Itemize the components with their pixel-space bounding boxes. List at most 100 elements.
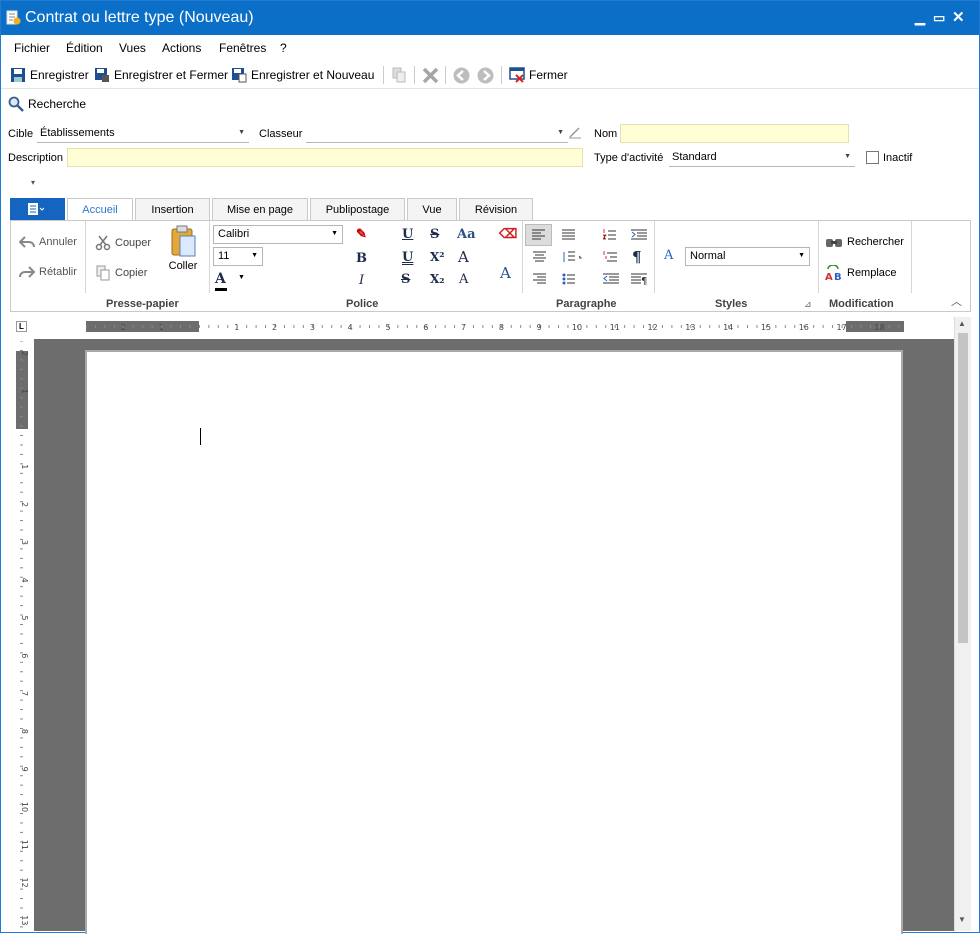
scroll-down-icon[interactable]: ▼ [958, 915, 966, 924]
save-close-icon [95, 68, 109, 82]
subscript-icon[interactable]: X₂ [430, 272, 445, 286]
collapse-ribbon-icon[interactable]: ︿ [951, 293, 962, 309]
toolbar: Enregistrer Enregistrer et Fermer Enregi… [1, 61, 979, 89]
tab-insertion[interactable]: Insertion [135, 198, 210, 220]
ruler-number: 13 [20, 915, 29, 925]
close-button[interactable]: Fermer [509, 67, 568, 83]
find-label: Rechercher [847, 236, 904, 248]
save-button[interactable]: Enregistrer [10, 67, 89, 83]
close-window-icon[interactable]: ✕ [952, 8, 965, 26]
clear-format-icon[interactable]: ⌫ [499, 227, 517, 242]
paragraph-settings-icon[interactable]: ¶ [631, 273, 647, 285]
cible-select[interactable]: Établissements ▼ [37, 125, 249, 143]
tab-vue[interactable]: Vue [407, 198, 457, 220]
tab-mise-en-page[interactable]: Mise en page [212, 198, 308, 220]
highlight-icon[interactable]: ✎ [356, 227, 367, 242]
align-left-button[interactable] [525, 224, 552, 246]
file-menu-button[interactable] [10, 198, 65, 220]
ruler-number: 10 [20, 802, 29, 812]
decrease-indent-icon[interactable] [603, 273, 619, 285]
copy-icon [392, 67, 406, 83]
editing-group [819, 221, 912, 293]
italic-icon[interactable]: I [359, 273, 364, 288]
bold-icon[interactable]: B [356, 251, 367, 266]
bullets-icon[interactable] [562, 273, 575, 285]
tab-publipostage[interactable]: Publipostage [310, 198, 405, 220]
minimize-icon[interactable]: ▁ [915, 10, 925, 26]
dialog-launcher-icon[interactable]: ⊿ [804, 299, 812, 310]
multilevel-list-icon[interactable] [603, 251, 617, 263]
underline-icon[interactable]: U [402, 227, 413, 242]
cut-button[interactable]: Couper [95, 235, 151, 251]
document-app-icon [6, 10, 21, 29]
inactif-checkbox[interactable] [866, 151, 879, 164]
quick-access-icon[interactable]: ▾ [31, 178, 35, 187]
delete-button[interactable] [422, 67, 439, 84]
text-effect-icon[interactable]: A [500, 264, 511, 282]
font-size-select[interactable]: 11 ▼ [213, 247, 263, 266]
superscript-icon[interactable]: X² [430, 250, 445, 264]
save-new-button[interactable]: Enregistrer et Nouveau [231, 67, 374, 83]
horizontal-ruler[interactable]: 21123456789101112131415161718 [86, 319, 904, 333]
font-name-select[interactable]: Calibri ▼ [213, 225, 343, 244]
save-close-button[interactable]: Enregistrer et Fermer [94, 67, 228, 83]
change-case-icon[interactable]: Aa [457, 227, 476, 242]
classeur-select[interactable]: ▼ [306, 125, 568, 143]
description-field[interactable] [67, 148, 583, 167]
menu-fenetres[interactable]: Fenêtres [219, 41, 266, 55]
tab-revision[interactable]: Révision [459, 198, 533, 220]
next-button[interactable] [477, 67, 494, 84]
double-underline-icon[interactable]: U [402, 250, 413, 265]
paste-button[interactable]: Coller [165, 225, 201, 272]
undo-button[interactable]: Annuler [19, 235, 77, 249]
strikethrough-icon[interactable]: S [401, 272, 410, 287]
align-center-icon[interactable] [533, 251, 546, 262]
edit-pencil-icon[interactable] [568, 125, 582, 142]
copy-button[interactable]: Copier [95, 265, 147, 281]
vertical-ruler[interactable]: 2 1 1 2 3 4 5 6 7 8 9 10 11 12 13 [11, 341, 33, 929]
redo-label: Rétablir [39, 266, 77, 278]
grow-font-icon[interactable]: A [458, 248, 469, 266]
file-menu-icon [28, 203, 45, 215]
numbering-icon[interactable] [603, 229, 616, 241]
nom-label: Nom [594, 128, 618, 140]
menu-vues[interactable]: Vues [119, 41, 146, 55]
ruler-number: 3 [20, 540, 29, 545]
scroll-thumb[interactable] [958, 333, 968, 643]
copy-disabled-button[interactable] [391, 67, 407, 83]
align-right-icon[interactable] [533, 273, 546, 284]
menu-fichier[interactable]: Fichier [14, 41, 50, 55]
font-color-button[interactable]: A ▼ [215, 271, 245, 291]
ruler-number: 2 [20, 502, 29, 507]
type-activite-value: Standard [672, 151, 717, 163]
style-select[interactable]: Normal ▼ [685, 247, 810, 266]
redo-button[interactable]: Rétablir [19, 265, 77, 279]
ruler-number: 4 [20, 578, 29, 583]
document-page[interactable] [85, 350, 903, 934]
paste-label: Coller [168, 260, 198, 272]
increase-indent-icon[interactable] [631, 229, 647, 241]
tab-accueil[interactable]: Accueil [67, 198, 133, 221]
maximize-icon[interactable]: ▭ [933, 10, 945, 26]
vertical-scrollbar[interactable]: ▲ ▼ [954, 317, 971, 931]
scroll-up-icon[interactable]: ▲ [958, 319, 966, 328]
save-new-icon [232, 68, 247, 83]
line-spacing-icon[interactable] [562, 251, 582, 263]
menu-edition[interactable]: Édition [66, 41, 103, 55]
menu-help[interactable]: ? [280, 41, 287, 55]
search-icon [8, 96, 24, 112]
replace-button[interactable]: AB Remplace [825, 265, 897, 281]
tab-stop-selector[interactable]: L [16, 321, 27, 332]
nom-field[interactable] [620, 124, 849, 143]
find-button[interactable]: Rechercher [825, 235, 904, 249]
double-strikethrough-icon[interactable]: S [430, 227, 439, 242]
next-icon [477, 67, 494, 84]
previous-button[interactable] [453, 67, 470, 84]
shrink-font-icon[interactable]: A [459, 272, 468, 287]
ruler-number: 7 [20, 691, 29, 696]
show-formatting-icon[interactable]: ¶ [632, 248, 642, 266]
menu-actions[interactable]: Actions [162, 41, 201, 55]
justify-icon[interactable] [562, 229, 575, 240]
type-activite-select[interactable]: Standard ▼ [669, 149, 855, 167]
search-button[interactable]: Recherche [8, 96, 86, 112]
